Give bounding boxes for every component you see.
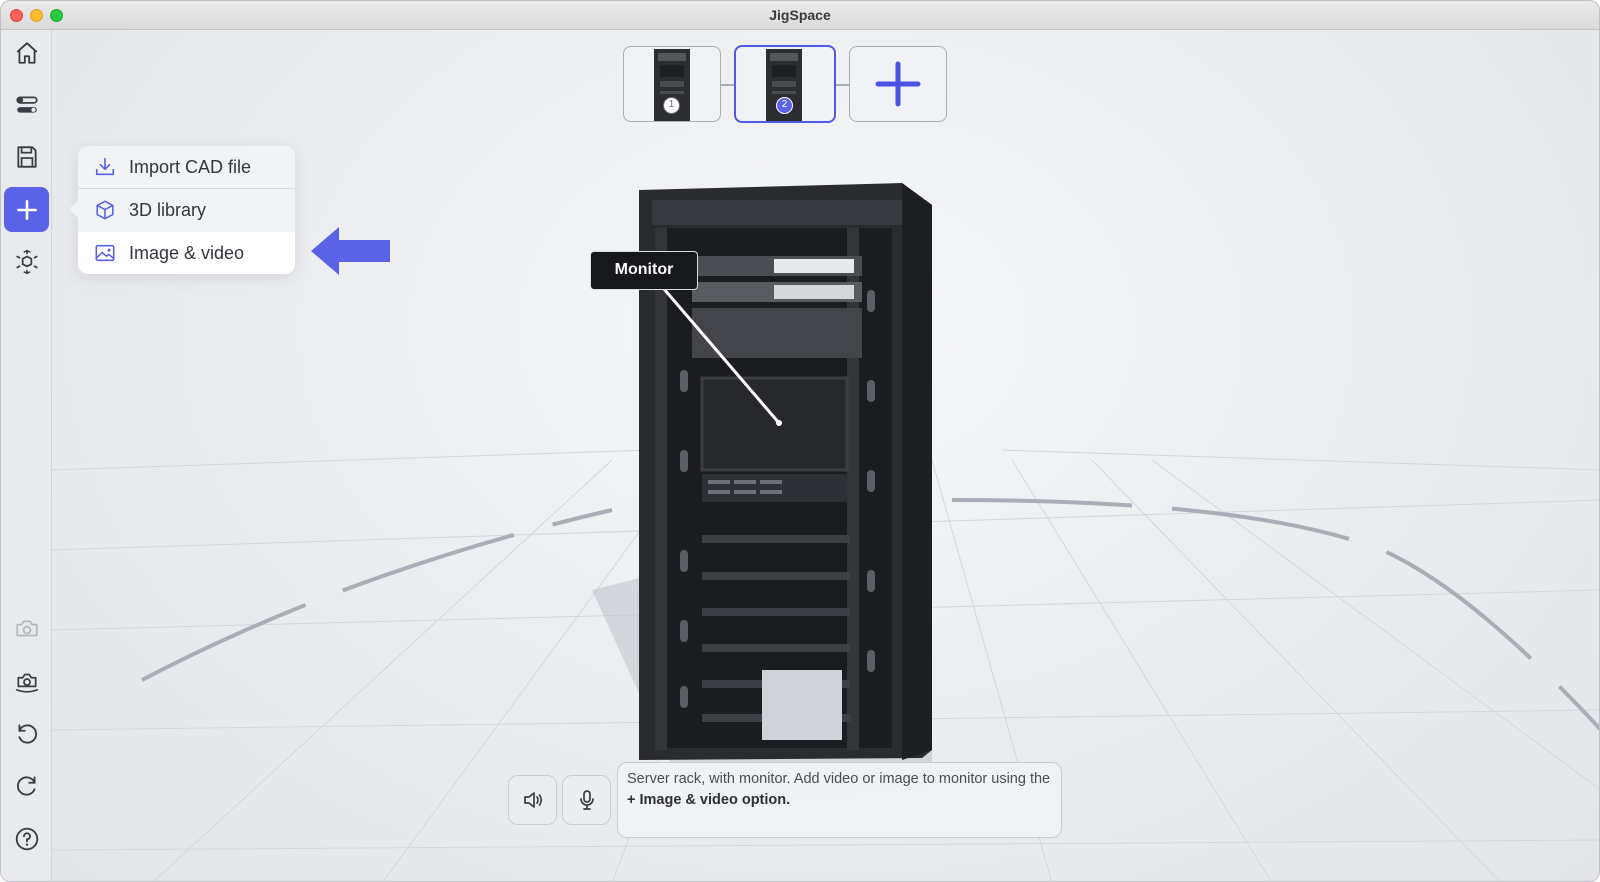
window-title: JigSpace	[769, 7, 831, 23]
camera-reset-button[interactable]	[4, 658, 49, 703]
arrow-left-icon	[311, 227, 390, 275]
camera-reset-icon	[15, 673, 38, 693]
speaker-icon	[523, 792, 542, 808]
left-toolbar	[1, 30, 52, 881]
app-window: JigSpace 1 2 Import CAD file 3D library …	[0, 0, 1600, 882]
cube-explode-icon	[15, 249, 38, 274]
add-content-menu: Import CAD file 3D library Image & video	[69, 146, 295, 274]
save-button[interactable]	[4, 134, 49, 179]
menu-item-3d-library[interactable]: 3D library	[78, 189, 295, 231]
step-notes-bold: + Image & video option.	[627, 792, 791, 808]
menu-item-label: Image & video	[129, 242, 245, 263]
save-icon	[16, 145, 37, 168]
redo-button[interactable]	[4, 763, 49, 808]
menu-item-label: Import CAD file	[129, 156, 252, 177]
title-bar: JigSpace	[1, 1, 1599, 30]
step-number: 1	[663, 97, 680, 114]
camera-view-button[interactable]	[4, 606, 49, 651]
step-connector	[836, 84, 850, 86]
redo-icon	[16, 775, 36, 796]
label-anchor-dot[interactable]	[776, 420, 782, 426]
plus-icon	[875, 61, 921, 107]
step-number: 2	[776, 97, 793, 114]
help-icon	[15, 827, 38, 850]
undo-button[interactable]	[4, 711, 49, 756]
step-strip: 1 2	[1, 45, 1599, 126]
microphone-icon	[579, 790, 594, 810]
help-button[interactable]	[4, 816, 49, 861]
plus-icon	[16, 199, 37, 220]
step-thumbnail-2[interactable]: 2	[734, 45, 836, 123]
menu-item-label: 3D library	[129, 199, 207, 220]
record-audio-button[interactable]	[562, 775, 611, 825]
step-notes-text: Server rack, with monitor. Add video or …	[627, 771, 1051, 787]
step-thumbnail-1[interactable]: 1	[623, 46, 721, 122]
narration-speaker-button[interactable]	[508, 775, 557, 825]
image-icon	[95, 244, 115, 262]
explode-button[interactable]	[4, 239, 49, 284]
menu-item-image-video[interactable]: Image & video	[78, 232, 295, 274]
camera-view-icon	[15, 620, 38, 636]
menu-item-import-cad[interactable]: Import CAD file	[78, 146, 295, 188]
step-notes-field[interactable]: Server rack, with monitor. Add video or …	[617, 762, 1062, 838]
cube-icon	[96, 200, 114, 220]
add-button[interactable]	[4, 187, 49, 232]
scene-label-monitor[interactable]: Monitor	[590, 251, 698, 290]
undo-icon	[17, 723, 37, 744]
step-connector	[721, 84, 735, 86]
download-icon	[95, 157, 115, 176]
add-step-button[interactable]	[849, 46, 947, 122]
